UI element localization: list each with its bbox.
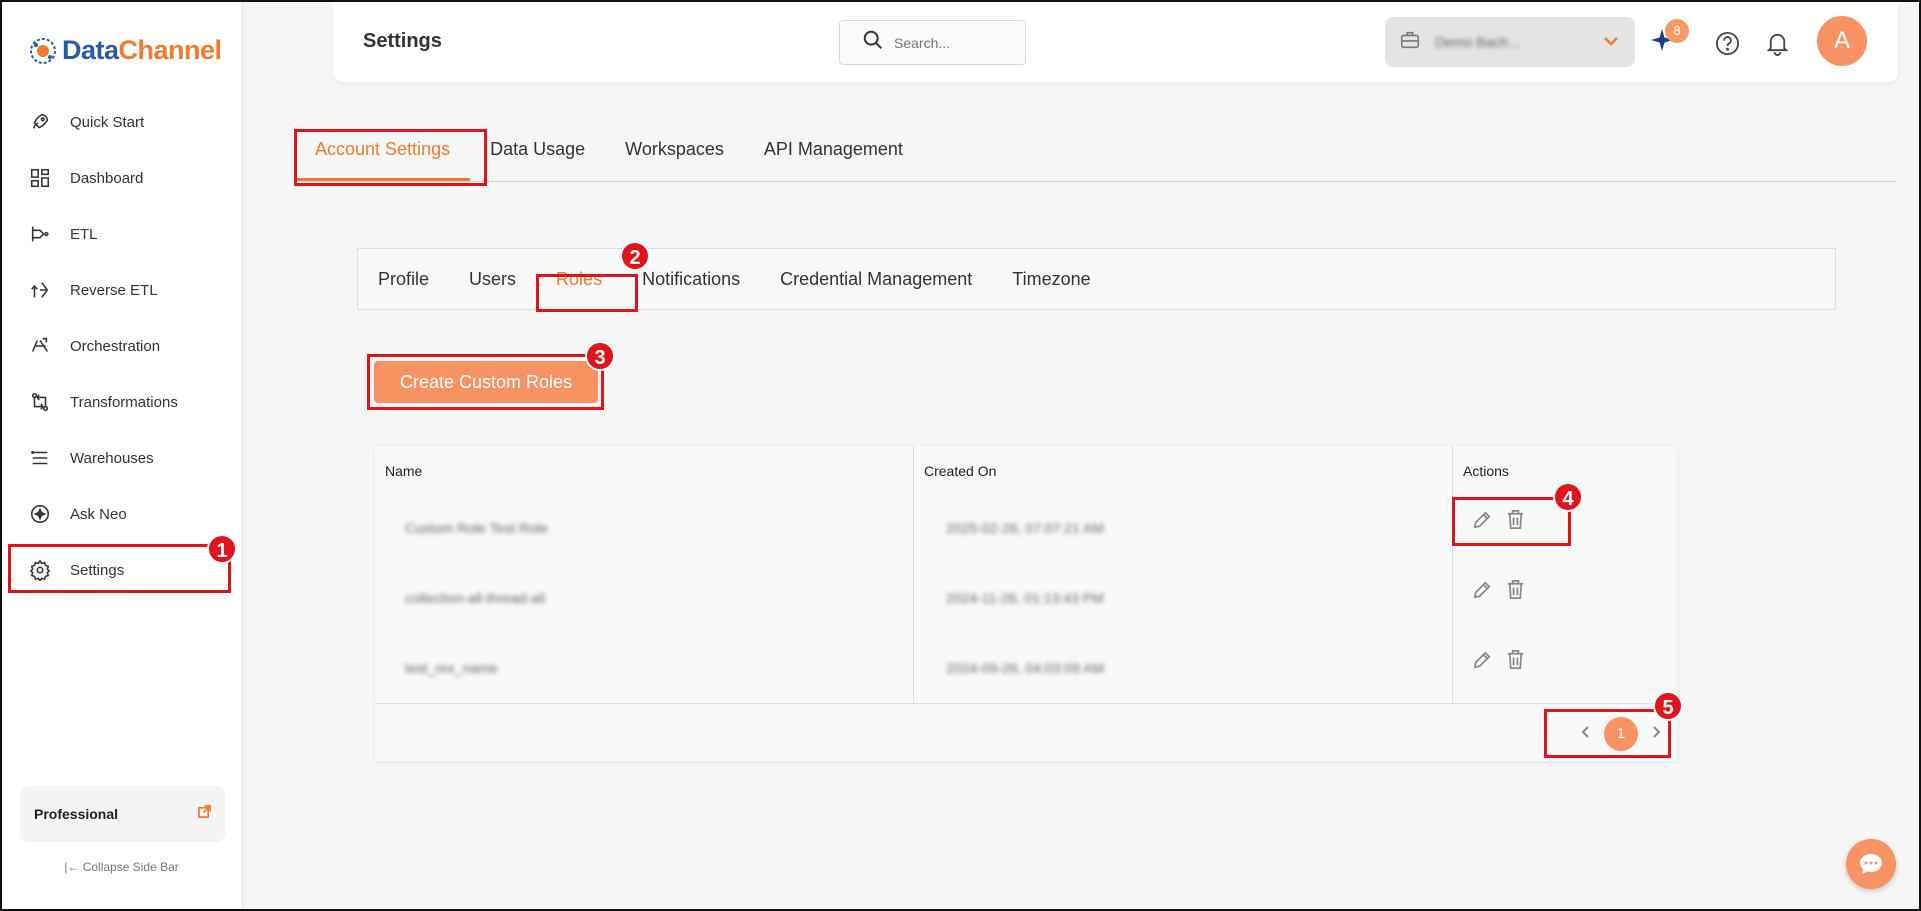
tab-profile[interactable]: Profile [378, 269, 429, 290]
sidebar-item-etl[interactable]: ETL [2, 206, 241, 262]
chevron-down-icon [1601, 31, 1621, 56]
sidebar-item-reverse-etl[interactable]: Reverse ETL [2, 262, 241, 318]
search-box[interactable] [839, 20, 1026, 65]
tab-users[interactable]: Users [469, 269, 516, 290]
tab-notifications[interactable]: Notifications [642, 269, 740, 290]
briefcase-icon [1399, 29, 1421, 56]
step-marker-3: 3 [585, 341, 615, 371]
reverse-etl-icon [28, 278, 52, 302]
sidebar-item-label: Dashboard [70, 169, 144, 187]
chevron-right-icon[interactable] [1649, 725, 1663, 744]
sidebar-item-settings[interactable]: Settings [2, 542, 241, 598]
logo-text-data: Data [62, 35, 119, 65]
account-tabs: Account Settings Data Usage Workspaces A… [295, 131, 1897, 182]
edit-icon[interactable] [1471, 578, 1494, 606]
plan-label: Professional [34, 806, 119, 822]
row-actions [1471, 508, 1527, 536]
created-on-cell: 2024-11-26, 01:13:43 PM [946, 590, 1104, 606]
top-header: Settings Demo Bach... 8 A [333, 2, 1898, 82]
sidebar-item-label: Settings [70, 561, 125, 579]
sidebar: DataChannel Quick Start Dashboard ETL Re… [2, 2, 241, 909]
step-marker-1: 1 [207, 534, 237, 564]
name-column: Name Custom Role Test Role collection-al… [375, 446, 913, 703]
avatar[interactable]: A [1817, 16, 1867, 66]
sidebar-item-warehouses[interactable]: Warehouses [2, 430, 241, 486]
delete-icon[interactable] [1504, 648, 1527, 676]
role-name-cell: Custom Role Test Role [405, 520, 548, 536]
sidebar-item-label: Transformations [70, 393, 178, 411]
step-marker-2: 2 [620, 241, 650, 271]
delete-icon[interactable] [1504, 508, 1527, 536]
notification-count-badge: 8 [1665, 19, 1689, 43]
search-icon [862, 29, 884, 56]
tab-timezone[interactable]: Timezone [1012, 269, 1090, 290]
collapse-sidebar-label: Collapse Side Bar [82, 860, 179, 874]
gear-icon [28, 558, 52, 582]
step-marker-5: 5 [1653, 691, 1683, 721]
column-header-name: Name [385, 463, 423, 479]
row-actions [1471, 578, 1527, 606]
chat-support-button[interactable] [1846, 839, 1896, 889]
sidebar-item-label: Orchestration [70, 337, 161, 355]
collapse-icon: |← [64, 860, 80, 874]
pagination: 1 [1571, 716, 1671, 752]
workspace-name: Demo Bach... [1435, 34, 1520, 50]
collapse-sidebar-button[interactable]: |← Collapse Side Bar [2, 860, 241, 874]
warehouses-icon [28, 446, 52, 470]
delete-icon[interactable] [1504, 578, 1527, 606]
help-icon[interactable] [1714, 30, 1741, 62]
page-number-button[interactable]: 1 [1604, 717, 1638, 751]
settings-sub-tabs: Profile Users Roles Notifications Creden… [357, 248, 1836, 310]
transformations-icon [28, 390, 52, 414]
chat-icon [1860, 854, 1882, 874]
page-title: Settings [363, 30, 442, 52]
edit-icon[interactable] [1471, 508, 1494, 536]
sidebar-item-label: Quick Start [70, 113, 145, 131]
tab-account-settings[interactable]: Account Settings [295, 131, 471, 181]
created-on-cell: 2024-09-26, 04:03:09 AM [946, 660, 1105, 676]
datachannel-logo-icon [28, 36, 58, 66]
sidebar-item-label: Reverse ETL [70, 281, 158, 299]
sidebar-nav: Quick Start Dashboard ETL Reverse ETL Or… [2, 94, 241, 598]
column-header-actions: Actions [1463, 463, 1509, 479]
sidebar-item-ask-neo[interactable]: Ask Neo [2, 486, 241, 542]
tab-workspaces[interactable]: Workspaces [605, 131, 744, 181]
sidebar-item-dashboard[interactable]: Dashboard [2, 150, 241, 206]
created-on-column: Created On 2025-02-26, 07:07:21 AM 2024-… [913, 446, 1452, 703]
rocket-icon [28, 110, 52, 134]
role-name-cell: collection-all-thread-all [405, 590, 546, 606]
tab-data-usage[interactable]: Data Usage [470, 131, 605, 181]
external-link-icon[interactable] [198, 805, 211, 823]
workspace-selector[interactable]: Demo Bach... [1385, 17, 1635, 67]
search-input[interactable] [894, 34, 1014, 51]
etl-icon [28, 222, 52, 246]
tab-credential-management[interactable]: Credential Management [780, 269, 972, 290]
sidebar-item-quick-start[interactable]: Quick Start [2, 94, 241, 150]
create-custom-roles-button[interactable]: Create Custom Roles [374, 361, 598, 403]
bell-icon[interactable] [1764, 29, 1791, 61]
plan-box[interactable]: Professional [20, 786, 225, 842]
logo-text-channel: Channel [118, 35, 223, 65]
sidebar-item-transformations[interactable]: Transformations [2, 374, 241, 430]
chevron-left-icon[interactable] [1579, 725, 1593, 744]
edit-icon[interactable] [1471, 648, 1494, 676]
row-actions [1471, 648, 1527, 676]
ask-neo-icon [28, 502, 52, 526]
sidebar-item-label: Ask Neo [70, 505, 127, 523]
dashboard-icon [28, 166, 52, 190]
created-on-cell: 2025-02-26, 07:07:21 AM [946, 520, 1105, 536]
column-header-created-on: Created On [924, 463, 997, 479]
role-name-cell: test_rex_name [405, 660, 498, 676]
tab-roles[interactable]: Roles [556, 269, 602, 290]
step-marker-4: 4 [1553, 482, 1583, 512]
tab-api-management[interactable]: API Management [744, 131, 923, 181]
sidebar-item-label: ETL [70, 225, 98, 243]
roles-table: Name Custom Role Test Role collection-al… [375, 446, 1677, 761]
orchestration-icon [28, 334, 52, 358]
sidebar-item-orchestration[interactable]: Orchestration [2, 318, 241, 374]
sidebar-item-label: Warehouses [70, 449, 154, 467]
datachannel-logo[interactable]: DataChannel [28, 35, 222, 66]
